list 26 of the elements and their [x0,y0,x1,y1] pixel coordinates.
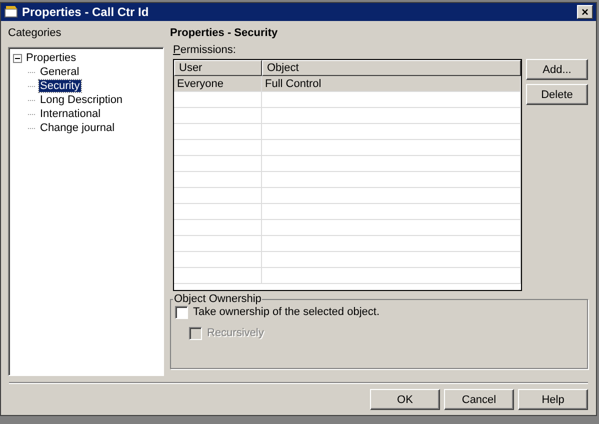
ownership-option[interactable]: Take ownership of the selected object. [175,305,583,319]
side-button[interactable]: Add... [526,59,588,80]
side-button[interactable]: Delete [526,84,588,105]
dialog-button[interactable]: Help [518,389,588,410]
group-legend: Object Ownership [173,293,262,305]
column-header[interactable]: Object [262,60,521,76]
permissions-label: Permissions: [173,44,237,57]
column-header[interactable]: User [174,60,262,76]
table-cell: Full Control [262,76,521,91]
close-button[interactable]: × [577,5,593,19]
dialog-button[interactable]: OK [370,389,440,410]
window-title: Properties - Call Ctr Id [22,5,150,19]
checkbox[interactable] [175,306,188,318]
panel-heading: Properties - Security [170,27,279,40]
table-cell: Everyone [174,76,262,91]
tree-item[interactable]: Security [39,80,81,92]
tree-item[interactable]: Properties [25,52,78,64]
categories-label: Categories [8,27,62,40]
tree-item[interactable]: Long Description [39,94,124,106]
dialog-button[interactable]: Cancel [444,389,514,410]
tree-item[interactable]: Change journal [39,122,116,134]
properties-icon [4,6,18,18]
collapse-icon[interactable] [13,54,22,62]
tree-item[interactable]: International [39,108,102,120]
table-row[interactable]: Everyone Full Control [174,76,521,92]
tree-item[interactable]: General [39,66,80,78]
